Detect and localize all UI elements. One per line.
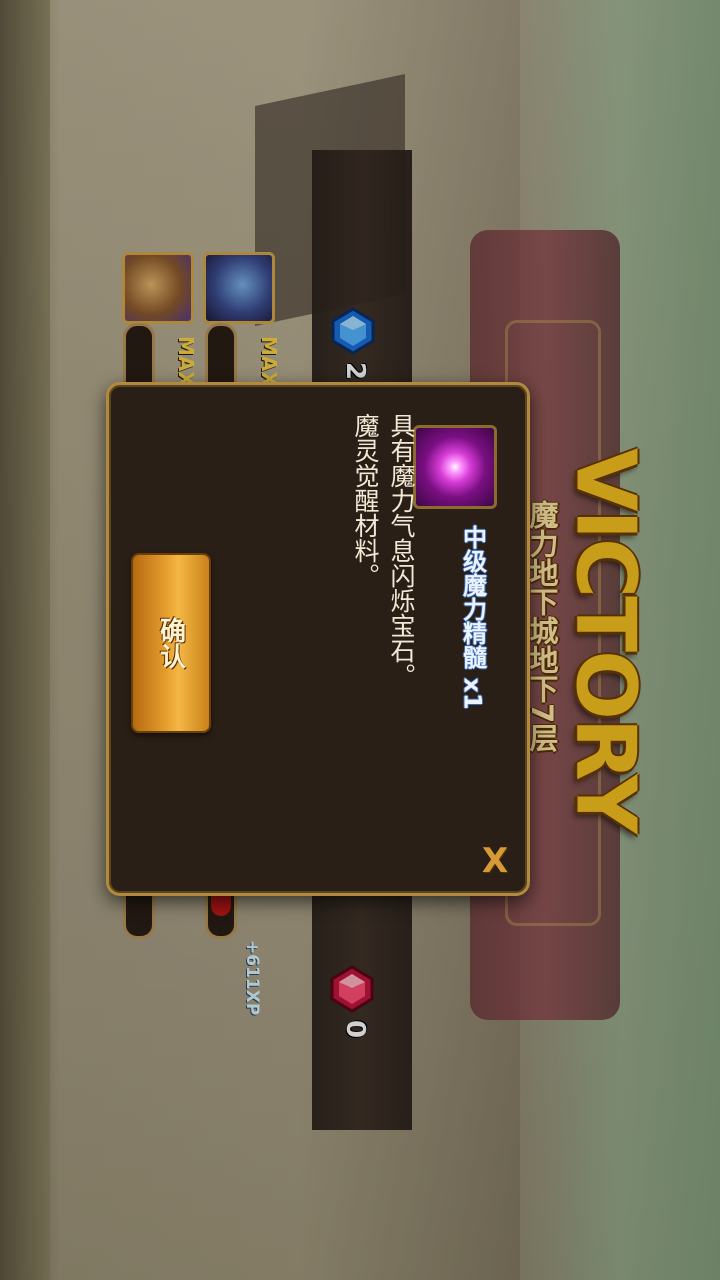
- item-info-dialog: 中级魔力精髓 x1 具有魔力气息闪烁宝石。 魔灵觉醒材料。 确认 X: [106, 382, 530, 896]
- item-name: 中级魔力精髓 x1: [458, 525, 487, 710]
- description-line-1: 具有魔力气息闪烁宝石。: [387, 413, 416, 688]
- confirm-button[interactable]: 确认: [131, 553, 211, 733]
- item-description: 具有魔力气息闪烁宝石。 魔灵觉醒材料。: [309, 413, 419, 753]
- close-icon[interactable]: X: [477, 841, 513, 881]
- magic-essence-icon: [413, 425, 497, 509]
- description-line-2: 魔灵觉醒材料。: [351, 413, 380, 588]
- confirm-button-label: 确认: [155, 617, 186, 669]
